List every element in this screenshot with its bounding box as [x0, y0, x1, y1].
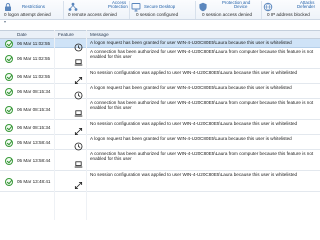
toolbar-restrictions-title: Restrictions	[22, 4, 45, 9]
toolbar-device-protection[interactable]: Protection and Device 0 session access d…	[196, 0, 260, 20]
row-date: 05 Mar 13:58:44	[17, 139, 51, 145]
row-message: A connection has been authorized for use…	[90, 151, 314, 162]
toolbar-desktop-count: 0 session configured	[136, 12, 179, 17]
arrows-icon	[74, 177, 83, 190]
row-message: A logon request has been granted for use…	[90, 85, 292, 90]
toolbar-secure-desktop[interactable]: Secure Desktop 0 session configured	[130, 0, 194, 20]
network-icon	[68, 2, 78, 11]
table-row[interactable]: 06 Mar 08:15:34 A connection has been aut…	[0, 99, 320, 120]
toolbar-attacks-title2: Defender	[297, 4, 316, 9]
column-gridline	[54, 30, 55, 220]
row-message: A logon request has been granted for use…	[90, 136, 292, 141]
row-date: 05 Mar 13:48:41	[17, 178, 51, 184]
table-row[interactable]: 06 Mar 08:15:34 A logon request has been …	[0, 84, 320, 100]
shield-icon	[199, 2, 207, 12]
summary-toolbar: Restrictions 0 logon attempt denied Acce…	[0, 0, 320, 20]
row-message: No session configuration was applied to …	[90, 121, 298, 126]
table-row[interactable]: 05 Mar 13:58:44 A logon request has been …	[0, 135, 320, 151]
row-message: A connection has been authorized for use…	[90, 49, 314, 60]
row-date: 06 Mar 08:15:34	[17, 106, 51, 112]
clock-icon	[74, 87, 83, 100]
toolbar-access-count: 0 remote access denied	[68, 12, 117, 17]
row-message: No session configuration was applied to …	[90, 172, 298, 177]
clock-icon	[74, 39, 83, 52]
row-date: 06 Mar 11:02:55	[17, 40, 51, 46]
toolbar-restrictions-count: 0 logon attempt denied	[4, 12, 51, 17]
monitor-icon	[131, 3, 141, 12]
column-gridline	[86, 30, 87, 220]
laptop-icon	[74, 156, 83, 168]
status-ok-icon	[5, 72, 13, 81]
row-message: No session configuration was applied to …	[90, 70, 298, 75]
status-ok-icon	[5, 138, 13, 147]
row-date: 06 Mar 11:02:55	[17, 73, 51, 79]
status-ok-icon	[5, 177, 13, 186]
row-date: 06 Mar 11:02:55	[17, 55, 51, 61]
column-header-date[interactable]: Date	[17, 32, 27, 37]
row-date: 05 Mar 13:58:44	[17, 157, 51, 163]
toolbar-attacks-count: 0 IP address blocked	[267, 12, 310, 17]
row-message: A logon request has been granted for use…	[90, 40, 292, 45]
toolbar-attacks-defender[interactable]: Attacks Defender 0 IP address blocked	[262, 0, 320, 20]
laptop-icon	[74, 105, 83, 117]
section-strip: ▾	[0, 20, 320, 24]
status-ok-icon	[5, 105, 13, 114]
table-row[interactable]: 06 Mar 11:02:55 A connection has been aut…	[0, 48, 320, 69]
status-ok-icon	[5, 123, 13, 132]
row-date: 06 Mar 08:15:34	[17, 124, 51, 130]
toolbar-access-protection[interactable]: Access Protection 0 remote access denied	[64, 0, 128, 20]
table-row[interactable]: 05 Mar 13:48:41 No session configuration …	[0, 171, 320, 192]
toolbar-device-title2: Device	[234, 4, 248, 9]
clock-icon	[74, 138, 83, 151]
row-message: A connection has been authorized for use…	[90, 100, 314, 111]
toolbar-device-count: 0 session access denied	[202, 12, 253, 17]
arrows-icon	[74, 123, 83, 136]
row-date: 06 Mar 08:15:34	[17, 88, 51, 94]
laptop-icon	[74, 54, 83, 66]
status-ok-icon	[5, 87, 13, 96]
toolbar-desktop-title: Secure Desktop	[144, 4, 176, 9]
lock-icon	[5, 3, 11, 11]
globe-icon	[263, 2, 273, 12]
toolbar-restrictions[interactable]: Restrictions 0 logon attempt denied	[0, 0, 62, 20]
collapse-icon[interactable]: ▾	[4, 20, 6, 24]
table-row[interactable]: 06 Mar 11:02:55 A logon request has been …	[0, 39, 320, 52]
table-row[interactable]: 06 Mar 11:02:55 No session configuration …	[0, 69, 320, 85]
toolbar-access-title2: Protection	[108, 4, 128, 9]
table-row[interactable]: 05 Mar 13:58:44 A connection has been aut…	[0, 150, 320, 171]
status-ok-icon	[5, 54, 13, 63]
arrows-icon	[74, 72, 83, 85]
status-ok-icon	[5, 39, 13, 48]
column-header-message[interactable]: Message	[90, 32, 109, 37]
column-header-feature[interactable]: Feature	[58, 32, 74, 37]
table-header: Date Feature Message	[0, 30, 320, 39]
table-row[interactable]: 06 Mar 08:15:34 No session configuration …	[0, 120, 320, 136]
events-table: Date Feature Message 06 Mar 11:02:55 A lo…	[0, 30, 320, 220]
status-ok-icon	[5, 156, 13, 165]
